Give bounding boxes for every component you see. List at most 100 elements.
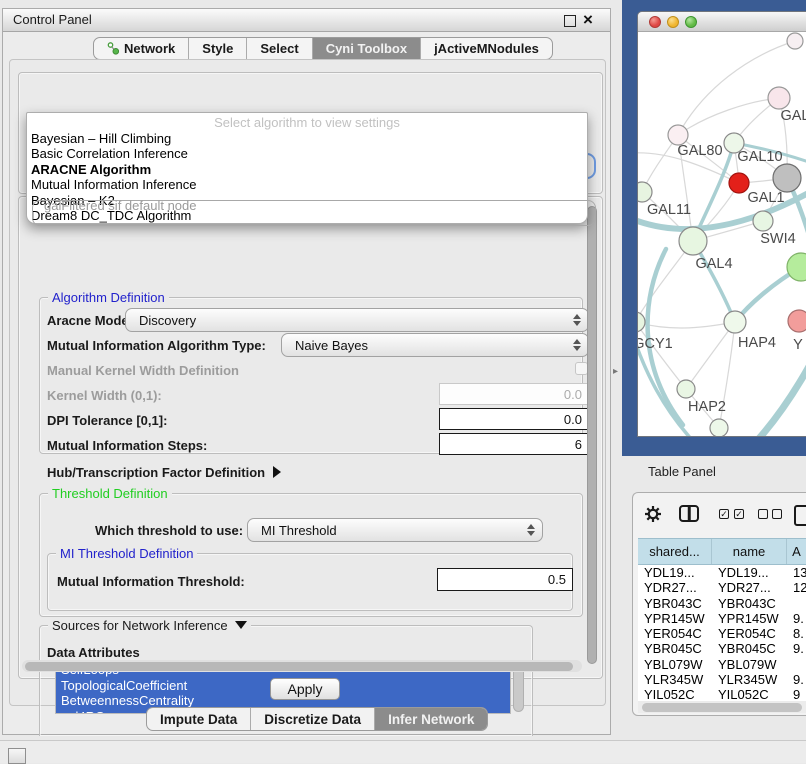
mi-threshold-label: Mutual Information Threshold: xyxy=(57,574,245,589)
deselect-all-checkbox-icon[interactable] xyxy=(772,509,782,519)
apply-button[interactable]: Apply xyxy=(270,678,340,700)
tab-style[interactable]: Style xyxy=(189,38,247,59)
aracne-mode-combo[interactable]: Discovery xyxy=(125,308,589,332)
zoom-traffic-light-icon[interactable] xyxy=(685,16,697,28)
node-label: GAL xyxy=(780,108,806,124)
table-row[interactable]: YBL079WYBL079W xyxy=(638,657,806,672)
tab-cyni-toolbox[interactable]: Cyni Toolbox xyxy=(313,38,421,59)
tab-impute-data[interactable]: Impute Data xyxy=(147,708,251,730)
mi-type-value: Naive Bayes xyxy=(295,334,368,356)
column-header-shared-[interactable]: shared... xyxy=(638,539,712,564)
hub-definition-toggle[interactable]: Hub/Transcription Factor Definition xyxy=(47,465,281,480)
network-view-window: GALGAL80GAL10GAL1GAL11SWI4GAL4GCY1HAP4YH… xyxy=(637,11,806,437)
dropdown-prompt: Select algorithm to view settings xyxy=(27,113,587,131)
table-row[interactable]: YBR045CYBR045C9. xyxy=(638,641,806,656)
close-traffic-light-icon[interactable] xyxy=(649,16,661,28)
node-label: GAL1 xyxy=(747,190,784,206)
table-cell: YIL052C xyxy=(712,687,787,702)
tab-label: Network xyxy=(124,41,175,56)
table-row[interactable]: YLR345WYLR345W9. xyxy=(638,672,806,687)
table-body: YDL19...YDL19...13YDR27...YDR27...12YBR0… xyxy=(638,565,806,702)
table-row[interactable]: YBR043CYBR043C xyxy=(638,596,806,611)
column-header-a[interactable]: A xyxy=(787,539,806,564)
network-edge[interactable] xyxy=(638,322,686,389)
network-node-gal80[interactable] xyxy=(668,125,688,145)
table-row[interactable]: YIL052CYIL052C9 xyxy=(638,687,806,702)
tab-label: Infer Network xyxy=(388,712,474,727)
settings-gear-icon[interactable] xyxy=(643,504,663,529)
tab-jactivemnodules[interactable]: jActiveMNodules xyxy=(421,38,552,59)
mi-threshold-field[interactable]: 0.5 xyxy=(437,568,573,591)
dpi-tolerance-field[interactable]: 0.0 xyxy=(439,408,589,430)
table-row[interactable]: YDR27...YDR27...12 xyxy=(638,580,806,595)
tab-label: jActiveMNodules xyxy=(434,41,539,56)
kernel-width-field[interactable]: 0.0 xyxy=(439,383,589,405)
network-node-hap4[interactable] xyxy=(724,311,746,333)
table-panel-title: Table Panel xyxy=(648,464,716,479)
dropdown-item-basic-correlation-inference[interactable]: Basic Correlation Inference xyxy=(27,146,587,161)
network-node-swi4[interactable] xyxy=(753,211,773,231)
mi-type-combo[interactable]: Naive Bayes xyxy=(281,333,589,357)
table-horizontal-scrollbar[interactable] xyxy=(638,701,806,713)
table-cell: 9 xyxy=(787,687,806,702)
network-node-gcy1[interactable] xyxy=(638,312,645,332)
network-canvas[interactable]: GALGAL80GAL10GAL1GAL11SWI4GAL4GCY1HAP4YH… xyxy=(638,31,806,437)
deselect-all-checkbox-icon[interactable] xyxy=(758,509,768,519)
network-node[interactable] xyxy=(787,253,806,281)
network-node[interactable] xyxy=(787,33,803,49)
which-threshold-combo[interactable]: MI Threshold xyxy=(247,518,543,542)
tab-infer-network[interactable]: Infer Network xyxy=(375,708,487,730)
network-edge[interactable] xyxy=(755,361,806,437)
dropdown-item-aracne-algorithm[interactable]: ARACNE Algorithm xyxy=(27,162,587,177)
table-cell xyxy=(787,657,806,672)
network-node-gal1[interactable] xyxy=(729,173,749,193)
table-cell: 12 xyxy=(787,580,806,595)
table-source-combo[interactable]: galFiltered sif default node xyxy=(32,200,596,226)
float-window-icon[interactable] xyxy=(564,15,576,27)
node-label: HAP2 xyxy=(688,399,726,415)
tab-network[interactable]: Network xyxy=(94,38,189,59)
tab-label: Impute Data xyxy=(160,712,237,727)
panel-collapse-arrow-icon[interactable]: ▸ xyxy=(613,366,618,377)
tab-discretize-data[interactable]: Discretize Data xyxy=(251,708,375,730)
new-table-icon[interactable] xyxy=(794,505,806,526)
select-all-checkbox-icon[interactable]: ✓ xyxy=(719,509,729,519)
sources-group-title[interactable]: Sources for Network Inference xyxy=(48,618,251,633)
network-node-y[interactable] xyxy=(788,310,806,332)
table-row[interactable]: YER054CYER054C8. xyxy=(638,626,806,641)
table-cell: 9. xyxy=(787,641,806,656)
network-node[interactable] xyxy=(773,164,801,192)
minimize-traffic-light-icon[interactable] xyxy=(667,16,679,28)
settings-horizontal-scrollbar[interactable] xyxy=(22,660,582,672)
network-node-hap2[interactable] xyxy=(677,380,695,398)
control-panel-window: Control Panel × Network StyleSelectCyni T… xyxy=(2,8,611,735)
tab-select[interactable]: Select xyxy=(247,38,312,59)
control-panel-titlebar: Control Panel × xyxy=(3,9,610,32)
network-node[interactable] xyxy=(710,419,728,437)
network-node-gal11[interactable] xyxy=(638,182,652,202)
node-label: Y xyxy=(793,337,803,353)
network-edge[interactable] xyxy=(638,322,735,328)
table-row[interactable]: YDL19...YDL19...13 xyxy=(638,565,806,580)
close-icon[interactable]: × xyxy=(583,9,593,31)
table-row[interactable]: YPR145WYPR145W9. xyxy=(638,611,806,626)
stepper-arrows-icon xyxy=(573,339,581,351)
network-node-gal4[interactable] xyxy=(679,227,707,255)
expand-right-icon xyxy=(273,466,281,478)
node-label: GAL4 xyxy=(695,256,732,272)
show-columns-icon[interactable] xyxy=(679,505,699,522)
column-header-name[interactable]: name xyxy=(712,539,787,564)
dropdown-item-bayesian-hill-climbing[interactable]: Bayesian – Hill Climbing xyxy=(27,131,587,146)
network-node-gal[interactable] xyxy=(768,87,790,109)
select-all-checkbox-icon[interactable]: ✓ xyxy=(734,509,744,519)
aracne-mode-value: Discovery xyxy=(139,309,196,331)
dropdown-item-mutual-information-inference[interactable]: Mutual Information Inference xyxy=(27,177,587,192)
stepper-arrows-icon xyxy=(573,314,581,326)
dpi-tolerance-label: DPI Tolerance [0,1]: xyxy=(47,413,167,428)
table-cell: 9. xyxy=(787,672,806,687)
network-edge[interactable] xyxy=(678,98,779,135)
settings-vertical-scrollbar[interactable] xyxy=(587,206,597,664)
table-cell: YBR045C xyxy=(712,641,787,656)
table-cell: YER054C xyxy=(638,626,712,641)
mi-steps-field[interactable]: 6 xyxy=(439,433,589,455)
